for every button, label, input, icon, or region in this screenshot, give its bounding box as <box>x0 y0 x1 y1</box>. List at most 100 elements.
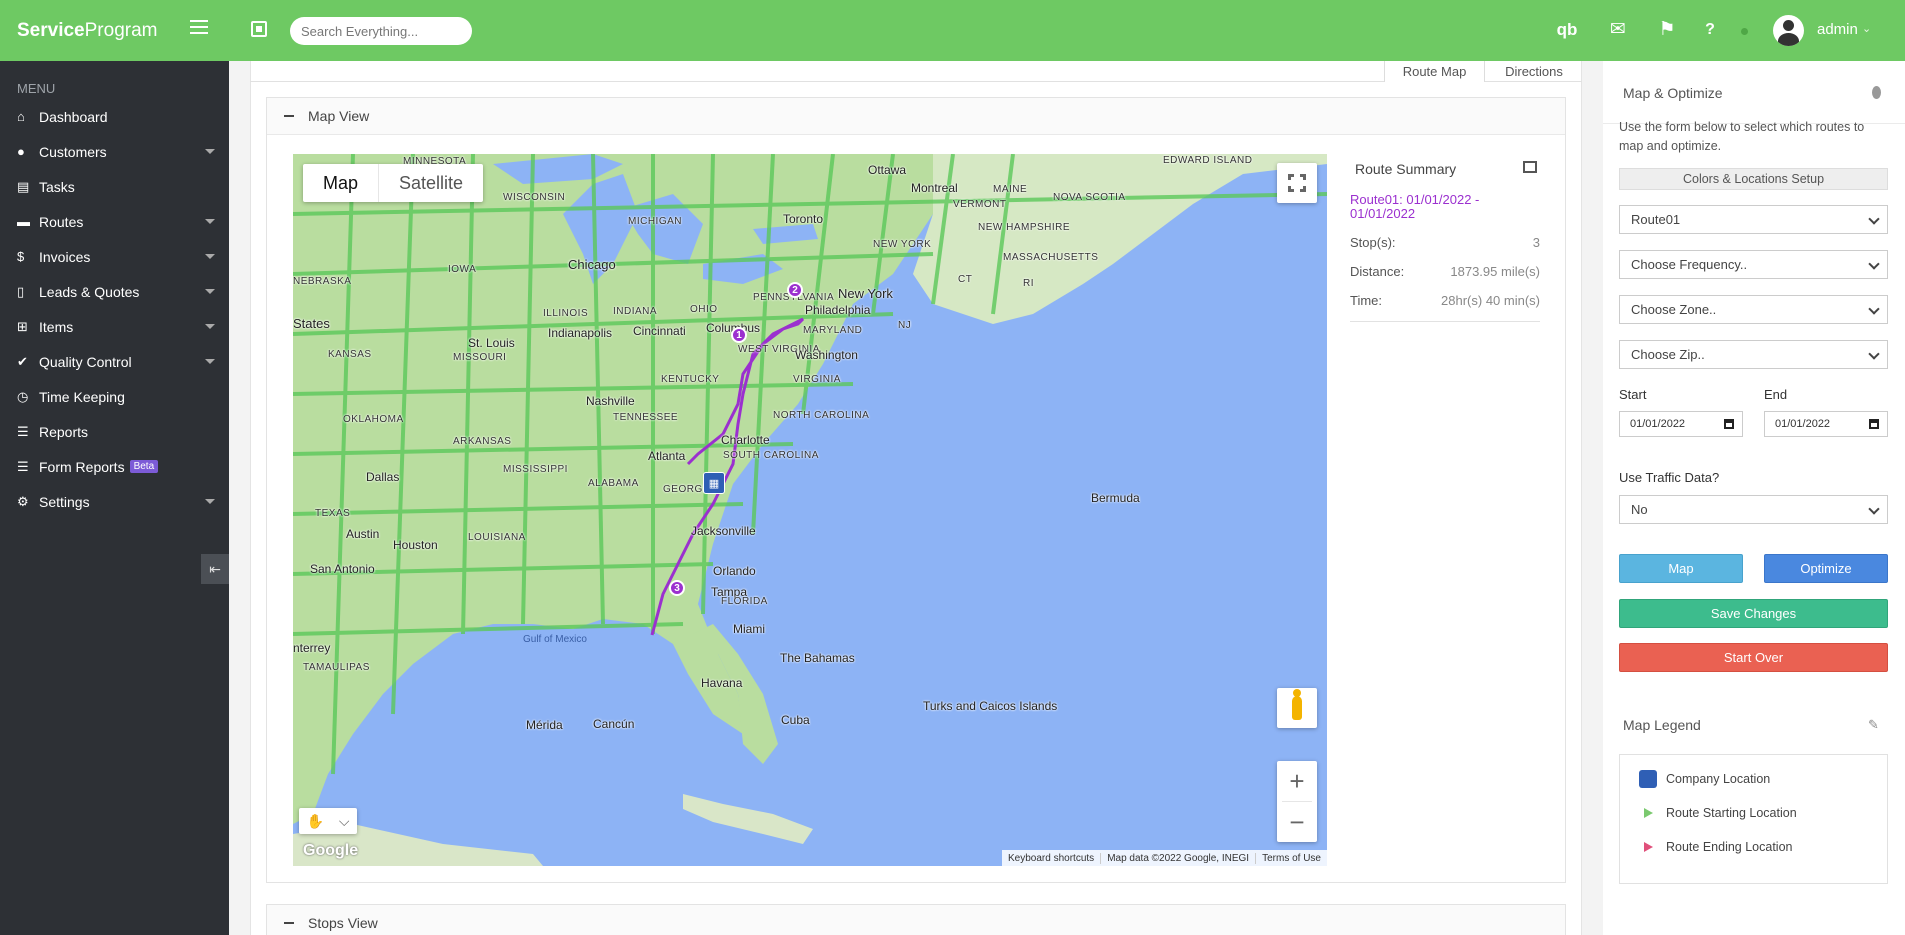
map-place-label: KENTUCKY <box>661 374 720 385</box>
map-place-label: INDIANA <box>613 306 658 317</box>
map-type-satellite-button[interactable]: Satellite <box>379 164 483 202</box>
start-date-input[interactable]: 01/01/2022 <box>1619 411 1743 437</box>
map-place-label: EDWARD ISLAND <box>1163 155 1253 166</box>
sidebar-item-invoices[interactable]: $ Invoices <box>0 239 229 274</box>
map-place-label: NEW HAMPSHIRE <box>978 222 1071 233</box>
traffic-data-select[interactable]: No <box>1619 495 1888 524</box>
help-icon[interactable]: ? <box>1697 18 1723 42</box>
map-place-label: Austin <box>346 527 380 541</box>
frequency-select[interactable]: Choose Frequency.. <box>1619 250 1888 279</box>
sidebar-item-customers[interactable]: ● Customers <box>0 134 229 169</box>
collapse-minus-icon[interactable] <box>284 922 294 924</box>
sidebar-item-routes[interactable]: ▬ Routes <box>0 204 229 239</box>
hand-icon[interactable]: ✋ <box>306 813 323 830</box>
sidebar-item-time-keeping[interactable]: ◷ Time Keeping <box>0 379 229 414</box>
flag-icon[interactable]: ⚑ <box>1654 18 1680 42</box>
map-place-label: NJ <box>898 320 912 331</box>
map-place-label: OKLAHOMA <box>343 414 404 425</box>
map-place-label: MICHIGAN <box>628 216 682 227</box>
user-name[interactable]: admin <box>1817 21 1858 38</box>
map-fullscreen-button[interactable] <box>1277 163 1317 203</box>
chevron-down-icon[interactable]: ⌄ <box>1862 22 1871 35</box>
envelope-icon[interactable]: ✉ <box>1605 18 1631 42</box>
map-type-toggle: Map Satellite <box>303 164 484 202</box>
list-icon: ☰ <box>17 423 29 439</box>
map-place-label: Cincinnati <box>633 324 686 338</box>
colors-locations-setup-button[interactable]: Colors & Locations Setup <box>1619 168 1888 190</box>
tab-directions[interactable]: Directions <box>1486 61 1582 82</box>
map-place-label: CT <box>958 274 973 285</box>
avatar[interactable] <box>1773 15 1804 46</box>
zone-select[interactable]: Choose Zone.. <box>1619 295 1888 324</box>
polygon-icon[interactable]: ⌵ <box>339 813 350 830</box>
red-flag-icon <box>1643 842 1653 852</box>
collapse-minus-icon[interactable] <box>284 115 294 117</box>
sidebar-item-leads-quotes[interactable]: ▯ Leads & Quotes <box>0 274 229 309</box>
hamburger-menu-icon[interactable] <box>190 20 208 34</box>
map-place-label: San Antonio <box>310 562 375 576</box>
stops-view-header[interactable]: Stops View <box>267 905 1565 935</box>
map-place-label: MARYLAND <box>803 325 863 336</box>
sidebar-item-label: Dashboard <box>39 108 108 125</box>
map-place-label: St. Louis <box>468 336 515 350</box>
map-view-header[interactable]: Map View <box>267 98 1565 135</box>
stop-marker-3[interactable]: 3 <box>669 580 685 596</box>
sidebar-item-label: Reports <box>39 423 89 440</box>
terms-of-use-link[interactable]: Terms of Use <box>1255 852 1327 864</box>
search-input[interactable] <box>290 17 472 45</box>
map-legend: Company Location Route Starting Location… <box>1619 754 1888 884</box>
map-button[interactable]: Map <box>1619 554 1743 583</box>
wrench-icon[interactable]: ✎ <box>1868 717 1879 733</box>
truck-icon: ▬ <box>17 214 30 229</box>
quickbooks-icon[interactable]: qb <box>1554 18 1580 42</box>
fullscreen-toggle-icon[interactable] <box>251 21 267 37</box>
traffic-data-label: Use Traffic Data? <box>1619 470 1720 485</box>
sidebar-item-dashboard[interactable]: ⌂ Dashboard <box>0 99 229 134</box>
google-logo: Google <box>303 842 359 859</box>
calendar-icon[interactable] <box>1869 419 1879 429</box>
start-over-button[interactable]: Start Over <box>1619 643 1888 672</box>
stop-marker-2[interactable]: 2 <box>787 282 803 298</box>
sidebar-item-label: Form Reports <box>39 458 125 475</box>
cart-icon: ⊞ <box>17 318 28 334</box>
sidebar-item-items[interactable]: ⊞ Items <box>0 309 229 344</box>
save-changes-button[interactable]: Save Changes <box>1619 599 1888 628</box>
zoom-in-button[interactable]: + <box>1277 761 1317 801</box>
map-icon[interactable] <box>1523 161 1537 173</box>
stops-view-panel: Stops View <box>266 904 1566 935</box>
calendar-icon[interactable] <box>1724 419 1734 429</box>
file-icon: ▯ <box>17 283 25 299</box>
sidebar-item-reports[interactable]: ☰ Reports <box>0 414 229 449</box>
map-place-label: WISCONSIN <box>503 192 566 203</box>
start-date-label: Start <box>1619 387 1647 402</box>
tab-route-map[interactable]: Route Map <box>1384 61 1485 82</box>
sidebar-item-tasks[interactable]: ▤ Tasks <box>0 169 229 204</box>
beta-badge: Beta <box>129 460 159 473</box>
map-place-label: Washington <box>795 348 858 362</box>
end-date-input[interactable]: 01/01/2022 <box>1764 411 1888 437</box>
map-type-map-button[interactable]: Map <box>303 164 380 202</box>
zip-select[interactable]: Choose Zip.. <box>1619 340 1888 369</box>
optimize-button[interactable]: Optimize <box>1764 554 1888 583</box>
collapse-sidebar-icon[interactable]: ⇤ <box>201 554 229 584</box>
route-map[interactable]: Map Satellite MINNESOTA WISCONSIN MICHIGAN… <box>293 154 1327 866</box>
map-place-label: nterrey <box>293 641 331 655</box>
sidebar-item-label: Time Keeping <box>39 388 125 405</box>
map-place-label: Ottawa <box>868 163 907 177</box>
map-pin-icon <box>1872 86 1881 99</box>
street-view-pegman[interactable] <box>1277 688 1317 728</box>
map-place-label: Philadelphia <box>805 303 871 317</box>
caret-down-icon <box>205 219 215 224</box>
map-place-label: Cuba <box>781 713 810 727</box>
stop-marker-1[interactable]: 1 <box>731 327 747 343</box>
sidebar-item-form-reports[interactable]: ☰ Form Reports Beta <box>0 449 229 484</box>
sidebar-item-settings[interactable]: ⚙ Settings <box>0 484 229 519</box>
clipboard-icon: ▤ <box>17 178 30 194</box>
zoom-out-button[interactable]: − <box>1277 802 1317 842</box>
route-select[interactable]: Route01 <box>1619 205 1888 234</box>
caret-down-icon <box>205 499 215 504</box>
keyboard-shortcuts-link[interactable]: Keyboard shortcuts <box>1002 853 1100 864</box>
company-location-marker[interactable]: ▦ <box>703 472 725 494</box>
fullscreen-icon <box>1287 173 1307 193</box>
sidebar-item-quality-control[interactable]: ✔ Quality Control <box>0 344 229 379</box>
